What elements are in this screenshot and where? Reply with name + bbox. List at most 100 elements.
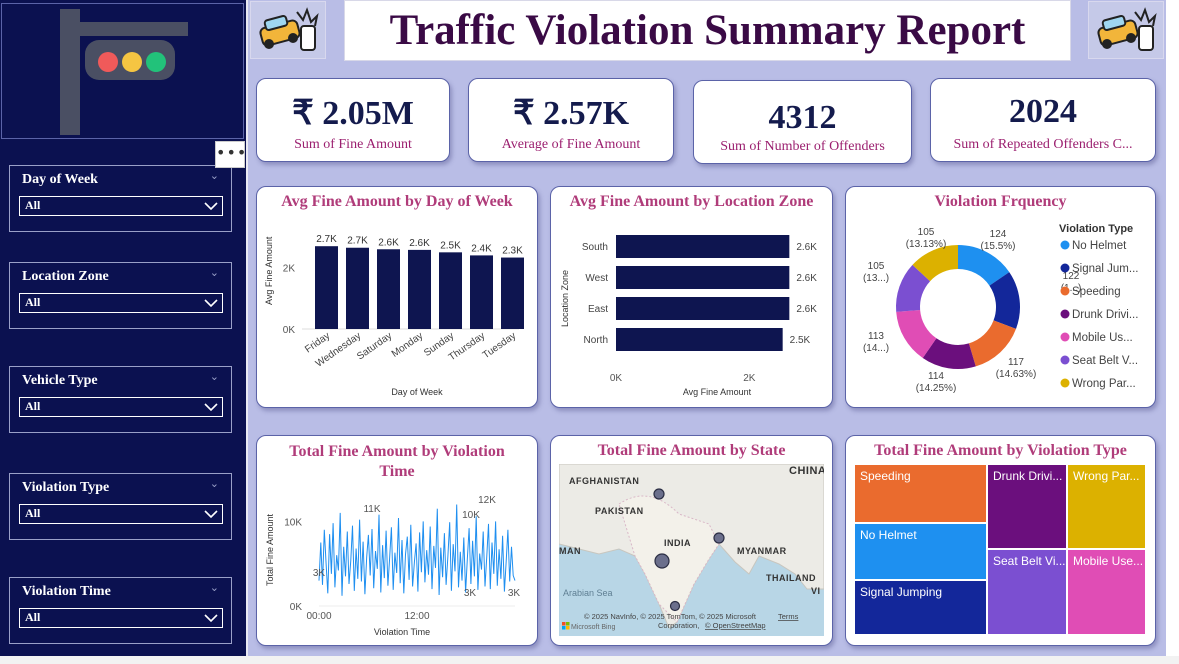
map-label: THAILAND bbox=[766, 573, 816, 583]
chart-card-violation-frequency[interactable]: Violation Frquency 124 (15.5%) 122 (1...) 11… bbox=[845, 186, 1156, 408]
slicer-selected-value: All bbox=[25, 399, 41, 413]
x-axis-title: Violation Time bbox=[374, 627, 430, 637]
kpi-caption: Sum of Number of Offenders bbox=[720, 139, 885, 154]
bar bbox=[377, 249, 400, 329]
car-crash-icon bbox=[259, 7, 319, 51]
chart-card-location-zone[interactable]: Avg Fine Amount by Location Zone 2.6K Sou… bbox=[550, 186, 833, 408]
legend-swatch bbox=[1060, 309, 1070, 319]
kpi-card-offenders[interactable]: 4312 Sum of Number of Offenders bbox=[693, 80, 912, 164]
bar bbox=[501, 257, 524, 329]
kpi-card-avg-fine[interactable]: ₹ 2.57K Average of Fine Amount bbox=[468, 78, 674, 162]
map-label: INDIA bbox=[664, 538, 691, 548]
slice-value-label: 105 bbox=[868, 261, 885, 272]
slicer-label: Vehicle Type bbox=[22, 373, 98, 388]
slicer-dropdown[interactable]: All bbox=[19, 504, 223, 524]
slicer-selected-value: All bbox=[25, 610, 41, 624]
collapse-chevron-icon[interactable]: ⌄ bbox=[210, 477, 219, 490]
kpi-value: 2024 bbox=[1009, 93, 1077, 130]
map-attribution: © 2025 NavInfo, © 2025 TomTom, © 2025 Mi… bbox=[584, 612, 757, 621]
slice-percent-label: (15.5%) bbox=[980, 241, 1015, 252]
chart-card-day-of-week[interactable]: Avg Fine Amount by Day of Week 0K 2K Avg F… bbox=[256, 186, 538, 408]
footer-strip bbox=[0, 656, 1179, 664]
kpi-value: 4312 bbox=[768, 99, 837, 136]
treemap-tile[interactable]: Signal Jumping bbox=[855, 581, 986, 634]
treemap-tile-label: Speeding bbox=[860, 469, 911, 483]
legend-item: Mobile Us... bbox=[1072, 332, 1133, 344]
bar bbox=[616, 235, 790, 258]
kpi-card-repeated-offenders[interactable]: 2024 Sum of Repeated Offenders C... bbox=[930, 78, 1156, 162]
kpi-caption: Average of Fine Amount bbox=[501, 137, 641, 152]
slicer-vehicle-type: Vehicle Type ⌄ All bbox=[9, 366, 232, 433]
x-tick-label: 2K bbox=[743, 373, 756, 384]
slicer-violation-time: Violation Time ⌄ All bbox=[9, 577, 232, 644]
map-brand: Microsoft Bing bbox=[571, 624, 615, 631]
y-axis-title: Total Fine Amount bbox=[265, 513, 275, 586]
map-label: Arabian Sea bbox=[563, 588, 613, 598]
collapse-chevron-icon[interactable]: ⌄ bbox=[210, 370, 219, 383]
report-title: Traffic Violation Summary Report bbox=[389, 7, 1026, 54]
legend-item: Signal Jum... bbox=[1072, 263, 1138, 275]
legend-item: Wrong Par... bbox=[1072, 378, 1136, 390]
chevron-down-icon bbox=[204, 202, 218, 211]
kpi-card-sum-fine[interactable]: ₹ 2.05M Sum of Fine Amount bbox=[256, 78, 450, 162]
data-label: 2.6K bbox=[378, 237, 399, 248]
collapse-chevron-icon[interactable]: ⌄ bbox=[210, 266, 219, 279]
legend-item: No Helmet bbox=[1072, 240, 1127, 252]
data-label: 3K bbox=[464, 588, 477, 599]
chart-card-violation-type-treemap[interactable]: Total Fine Amount by Violation Type Spee… bbox=[845, 435, 1156, 646]
state-map[interactable]: CHINA AFGHANISTAN PAKISTAN INDIA MYANMAR THAI… bbox=[559, 464, 824, 636]
x-tick-label: 00:00 bbox=[306, 611, 331, 622]
chart-card-violation-time[interactable]: Total Fine Amount by Violation Time 0K 10… bbox=[256, 435, 538, 646]
chevron-down-icon bbox=[204, 403, 218, 412]
legend-swatch bbox=[1060, 240, 1070, 250]
data-label: 2.4K bbox=[471, 243, 492, 254]
more-options-button[interactable]: ••• bbox=[215, 141, 246, 168]
line-series bbox=[318, 504, 516, 596]
data-label: 2.7K bbox=[347, 236, 368, 247]
data-label: 10K bbox=[462, 510, 480, 521]
data-label: 2.5K bbox=[440, 240, 461, 251]
slicer-dropdown[interactable]: All bbox=[19, 397, 223, 417]
map-terms-link: Terms bbox=[778, 612, 799, 621]
legend-swatch bbox=[1060, 355, 1070, 365]
treemap-tile[interactable]: Drunk Drivi... bbox=[988, 465, 1066, 548]
x-tick-label: 12:00 bbox=[404, 611, 429, 622]
data-label: 12K bbox=[478, 495, 496, 506]
bar bbox=[408, 249, 431, 329]
slice-percent-label: (13.13%) bbox=[906, 239, 947, 250]
slicer-label: Violation Type bbox=[22, 480, 110, 495]
bar bbox=[346, 247, 369, 329]
chevron-down-icon bbox=[204, 299, 218, 308]
slice-value-label: 114 bbox=[928, 371, 944, 382]
treemap-tile[interactable]: Mobile Use... bbox=[1068, 550, 1145, 634]
collapse-chevron-icon[interactable]: ⌄ bbox=[210, 581, 219, 594]
kpi-value: ₹ 2.05M bbox=[292, 95, 414, 132]
slicer-dropdown[interactable]: All bbox=[19, 608, 223, 628]
chevron-down-icon bbox=[204, 510, 218, 519]
traffic-light-icon bbox=[60, 9, 188, 135]
treemap-tile[interactable]: Wrong Par... bbox=[1068, 465, 1145, 548]
slicer-dropdown[interactable]: All bbox=[19, 196, 223, 216]
kpi-caption: Sum of Fine Amount bbox=[294, 137, 412, 152]
bar bbox=[470, 255, 493, 329]
treemap-tile[interactable]: No Helmet bbox=[855, 524, 986, 579]
bing-logo-icon bbox=[566, 626, 570, 630]
map-bubble bbox=[654, 553, 670, 569]
bar bbox=[315, 246, 338, 329]
y-tick-label: 10K bbox=[284, 517, 302, 528]
violation-time-line-chart: 0K 10K Total Fine Amount 00:00 12:00 Violatio… bbox=[265, 495, 520, 637]
treemap-tile[interactable]: Seat Belt Vi... bbox=[988, 550, 1066, 634]
slicer-label: Day of Week bbox=[22, 172, 98, 187]
data-label: 2.3K bbox=[502, 246, 523, 257]
collapse-chevron-icon[interactable]: ⌄ bbox=[210, 169, 219, 182]
treemap-tile[interactable]: Speeding bbox=[855, 465, 986, 522]
treemap-tile-label: Mobile Use... bbox=[1073, 554, 1144, 568]
map-label: MAN bbox=[559, 546, 581, 556]
y-tick-label: 2K bbox=[283, 264, 296, 275]
y-tick-label: North bbox=[584, 335, 608, 346]
legend-swatch bbox=[1060, 263, 1070, 273]
slicer-dropdown[interactable]: All bbox=[19, 293, 223, 313]
chart-title: Total Fine Amount by State bbox=[597, 442, 786, 459]
map-label: CHINA bbox=[789, 465, 824, 477]
chart-card-state-map[interactable]: Total Fine Amount by State CHINA AFGHANIS… bbox=[550, 435, 833, 646]
